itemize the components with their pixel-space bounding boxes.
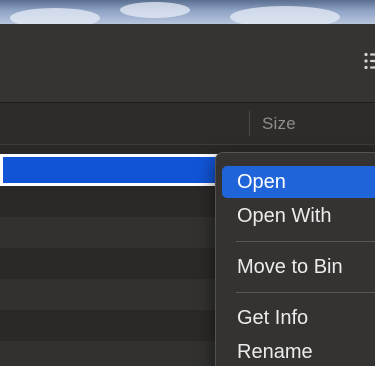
finder-screen: Size Open Open With Move to Bin Get Info… (0, 0, 375, 366)
list-header: Size (0, 103, 375, 145)
window-toolbar (0, 24, 375, 103)
view-options-icon[interactable] (363, 52, 375, 70)
menu-item-get-info[interactable]: Get Info (222, 302, 375, 334)
column-divider[interactable] (249, 111, 250, 136)
size-column-header[interactable]: Size (262, 114, 296, 134)
menu-item-open[interactable]: Open (222, 166, 375, 198)
menu-separator (236, 292, 375, 293)
context-menu: Open Open With Move to Bin Get Info Rena… (215, 152, 375, 366)
menu-item-move-to-bin[interactable]: Move to Bin (222, 251, 375, 283)
desktop-wallpaper (0, 0, 375, 28)
menu-separator (236, 241, 375, 242)
menu-item-rename[interactable]: Rename (222, 336, 375, 366)
menu-item-open-with[interactable]: Open With (222, 200, 375, 232)
